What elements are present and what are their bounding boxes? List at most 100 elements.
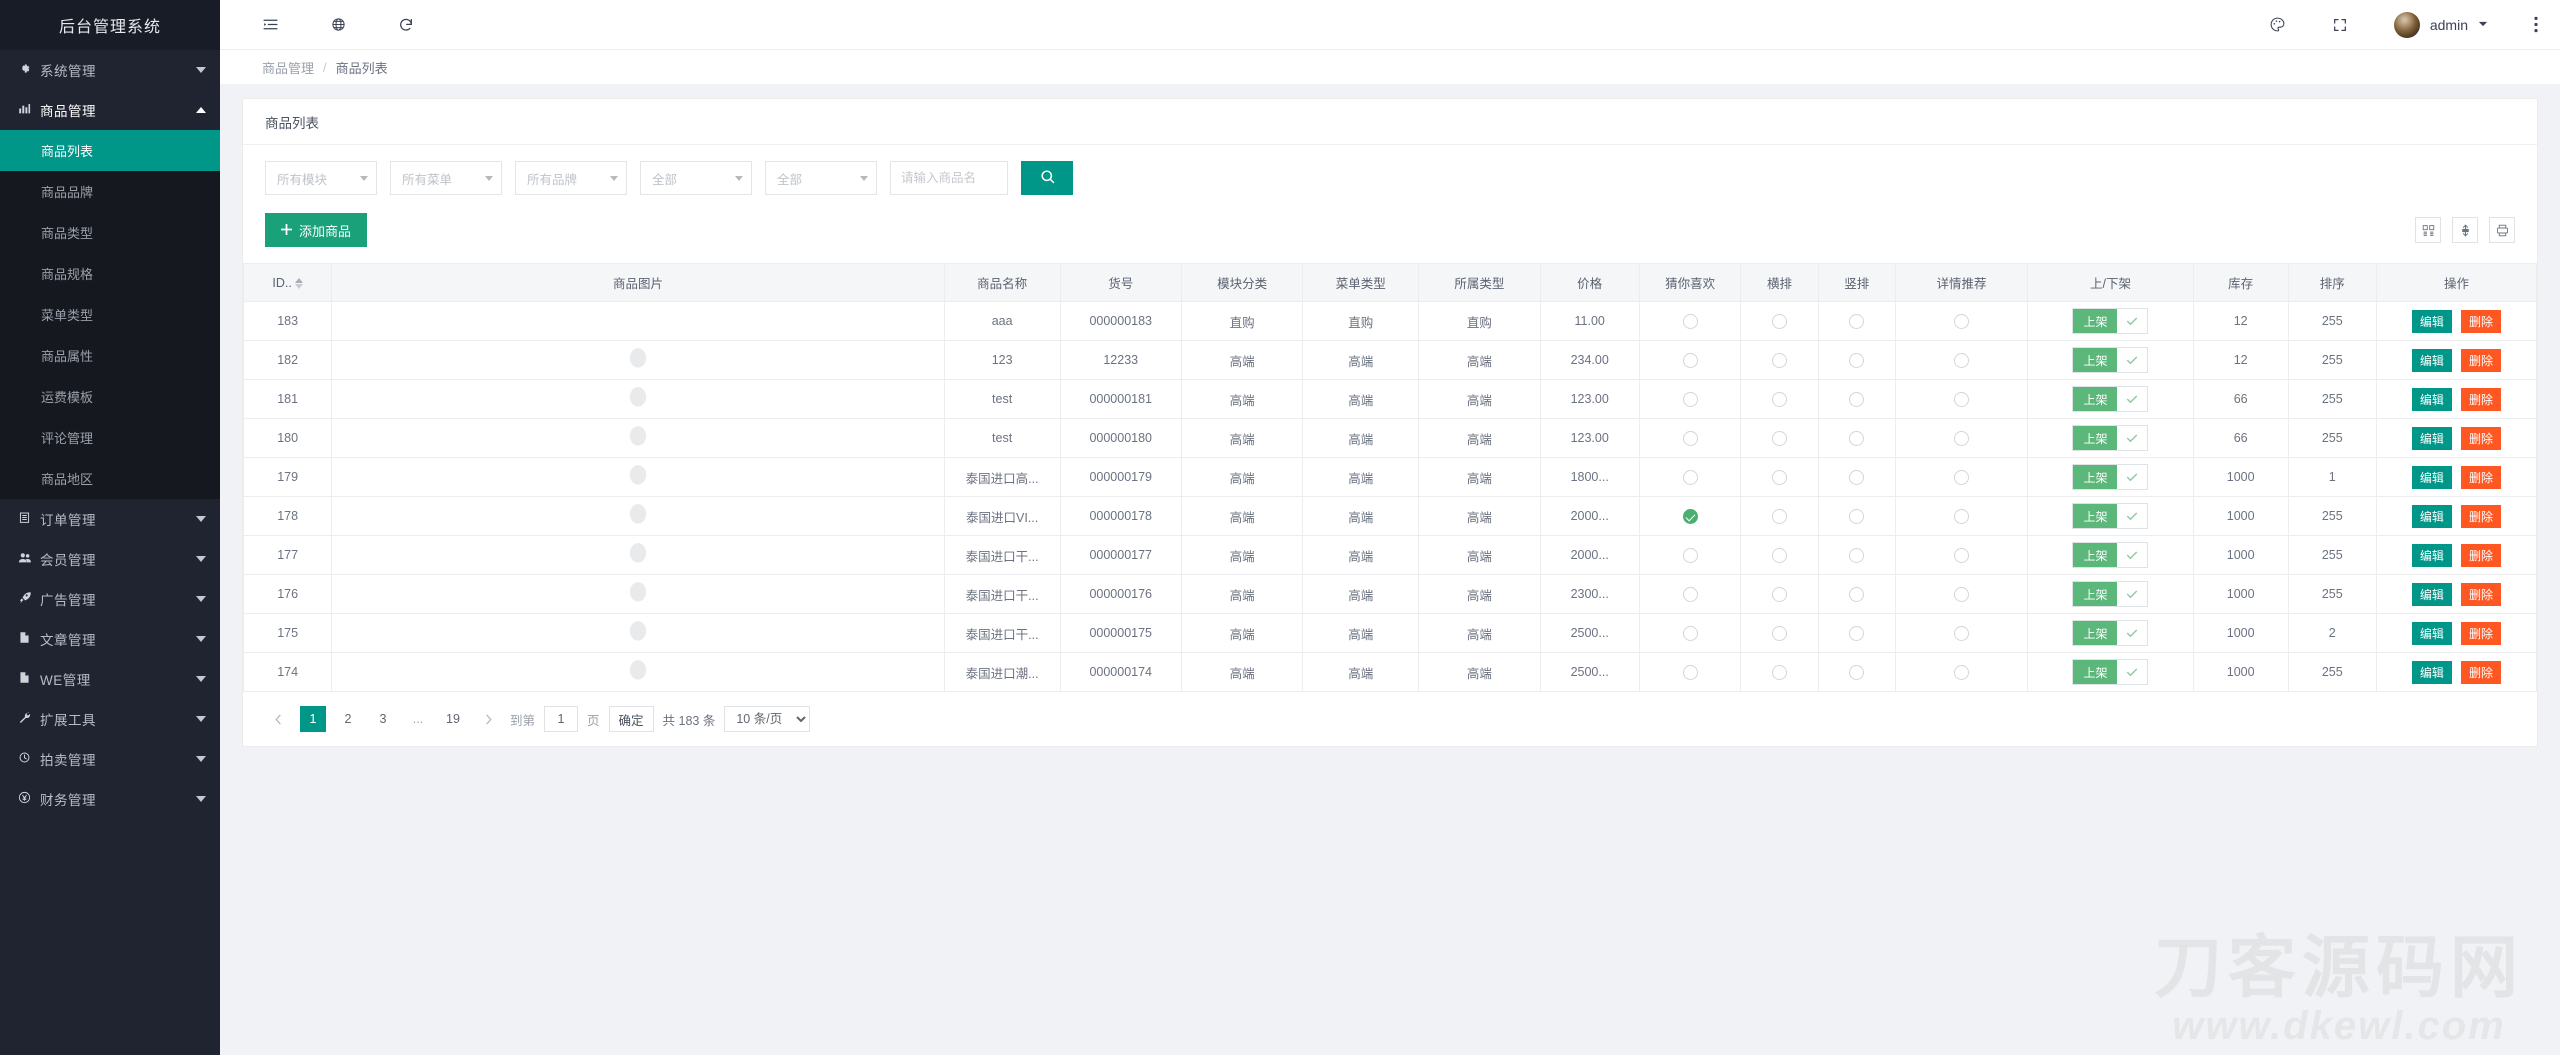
sort-icon[interactable] (295, 278, 303, 289)
chevron-left-icon[interactable] (265, 706, 291, 732)
filter-select-type[interactable]: 全部 (640, 161, 752, 195)
edit-button[interactable]: 编辑 (2412, 310, 2452, 333)
shelf-switch[interactable]: 上架 (2072, 659, 2148, 685)
detail-recommend-toggle[interactable] (1954, 353, 1969, 368)
horizontal-row-toggle[interactable] (1772, 353, 1787, 368)
delete-button[interactable]: 删除 (2461, 466, 2501, 489)
horizontal-row-toggle[interactable] (1772, 470, 1787, 485)
detail-recommend-toggle[interactable] (1954, 470, 1969, 485)
vertical-row-toggle[interactable] (1849, 431, 1864, 446)
sidebar-group-5[interactable]: 文章管理 (0, 619, 220, 659)
edit-button[interactable]: 编辑 (2412, 544, 2452, 567)
detail-recommend-toggle[interactable] (1954, 626, 1969, 641)
sidebar-group-7[interactable]: 扩展工具 (0, 699, 220, 739)
chevron-right-icon[interactable] (475, 706, 501, 732)
guess-you-like-toggle[interactable] (1683, 353, 1698, 368)
horizontal-row-toggle[interactable] (1772, 665, 1787, 680)
print-icon[interactable] (2489, 217, 2515, 243)
edit-button[interactable]: 编辑 (2412, 388, 2452, 411)
horizontal-row-toggle[interactable] (1772, 431, 1787, 446)
detail-recommend-toggle[interactable] (1954, 548, 1969, 563)
page-button-2[interactable]: 2 (335, 706, 361, 732)
horizontal-row-toggle[interactable] (1772, 392, 1787, 407)
guess-you-like-toggle[interactable] (1683, 665, 1698, 680)
horizontal-row-toggle[interactable] (1772, 314, 1787, 329)
sidebar-group-4[interactable]: 广告管理 (0, 579, 220, 619)
detail-recommend-toggle[interactable] (1954, 314, 1969, 329)
jump-page-input[interactable] (544, 706, 578, 732)
filter-select-status[interactable]: 全部 (765, 161, 877, 195)
vertical-row-toggle[interactable] (1849, 548, 1864, 563)
page-button-19[interactable]: 19 (440, 706, 466, 732)
guess-you-like-toggle[interactable] (1683, 470, 1698, 485)
horizontal-row-toggle[interactable] (1772, 626, 1787, 641)
edit-button[interactable]: 编辑 (2412, 349, 2452, 372)
sidebar-group-3[interactable]: 会员管理 (0, 539, 220, 579)
add-product-button[interactable]: 添加商品 (265, 213, 367, 247)
edit-button[interactable]: 编辑 (2412, 505, 2452, 528)
menu-collapse-icon[interactable] (262, 16, 279, 33)
sidebar-item-1[interactable]: 商品品牌 (0, 171, 220, 212)
detail-recommend-toggle[interactable] (1954, 665, 1969, 680)
page-size-select[interactable]: 10 条/页 (724, 706, 810, 732)
sidebar-item-5[interactable]: 商品属性 (0, 335, 220, 376)
delete-button[interactable]: 删除 (2461, 505, 2501, 528)
page-button-1[interactable]: 1 (300, 706, 326, 732)
edit-button[interactable]: 编辑 (2412, 466, 2452, 489)
sidebar-group-2[interactable]: 订单管理 (0, 499, 220, 539)
fullscreen-icon[interactable] (2332, 17, 2348, 33)
horizontal-row-toggle[interactable] (1772, 587, 1787, 602)
sidebar-item-8[interactable]: 商品地区 (0, 458, 220, 499)
vertical-row-toggle[interactable] (1849, 353, 1864, 368)
filter-select-module[interactable]: 所有模块 (265, 161, 377, 195)
guess-you-like-toggle[interactable] (1683, 548, 1698, 563)
guess-you-like-toggle[interactable] (1683, 509, 1698, 524)
edit-button[interactable]: 编辑 (2412, 661, 2452, 684)
shelf-switch[interactable]: 上架 (2072, 347, 2148, 373)
delete-button[interactable]: 删除 (2461, 388, 2501, 411)
shelf-switch[interactable]: 上架 (2072, 620, 2148, 646)
guess-you-like-toggle[interactable] (1683, 431, 1698, 446)
sidebar-item-3[interactable]: 商品规格 (0, 253, 220, 294)
shelf-switch[interactable]: 上架 (2072, 425, 2148, 451)
delete-button[interactable]: 删除 (2461, 661, 2501, 684)
shelf-switch[interactable]: 上架 (2072, 581, 2148, 607)
detail-recommend-toggle[interactable] (1954, 392, 1969, 407)
edit-button[interactable]: 编辑 (2412, 427, 2452, 450)
vertical-row-toggle[interactable] (1849, 665, 1864, 680)
edit-button[interactable]: 编辑 (2412, 622, 2452, 645)
delete-button[interactable]: 删除 (2461, 310, 2501, 333)
detail-recommend-toggle[interactable] (1954, 509, 1969, 524)
guess-you-like-toggle[interactable] (1683, 626, 1698, 641)
detail-recommend-toggle[interactable] (1954, 587, 1969, 602)
guess-you-like-toggle[interactable] (1683, 587, 1698, 602)
sidebar-group-9[interactable]: 财务管理 (0, 779, 220, 819)
globe-icon[interactable] (331, 17, 346, 32)
search-button[interactable] (1021, 161, 1073, 195)
sidebar-group-0[interactable]: 系统管理 (0, 50, 220, 90)
sidebar-item-4[interactable]: 菜单类型 (0, 294, 220, 335)
table-column-header-0[interactable]: ID.. (244, 264, 332, 302)
horizontal-row-toggle[interactable] (1772, 548, 1787, 563)
sidebar-item-7[interactable]: 评论管理 (0, 417, 220, 458)
horizontal-row-toggle[interactable] (1772, 509, 1787, 524)
shelf-switch[interactable]: 上架 (2072, 542, 2148, 568)
delete-button[interactable]: 删除 (2461, 544, 2501, 567)
sidebar-group-6[interactable]: WE管理 (0, 659, 220, 699)
vertical-row-toggle[interactable] (1849, 470, 1864, 485)
guess-you-like-toggle[interactable] (1683, 314, 1698, 329)
more-vertical-icon[interactable] (2534, 16, 2538, 33)
guess-you-like-toggle[interactable] (1683, 392, 1698, 407)
detail-recommend-toggle[interactable] (1954, 431, 1969, 446)
vertical-row-toggle[interactable] (1849, 314, 1864, 329)
page-button-3[interactable]: 3 (370, 706, 396, 732)
delete-button[interactable]: 删除 (2461, 349, 2501, 372)
sidebar-group-1[interactable]: 商品管理 (0, 90, 220, 130)
user-menu[interactable]: admin (2394, 12, 2488, 38)
shelf-switch[interactable]: 上架 (2072, 308, 2148, 334)
sidebar-item-6[interactable]: 运费模板 (0, 376, 220, 417)
density-icon[interactable] (2452, 217, 2478, 243)
sidebar-group-8[interactable]: 拍卖管理 (0, 739, 220, 779)
vertical-row-toggle[interactable] (1849, 587, 1864, 602)
confirm-button[interactable]: 确定 (609, 706, 654, 732)
